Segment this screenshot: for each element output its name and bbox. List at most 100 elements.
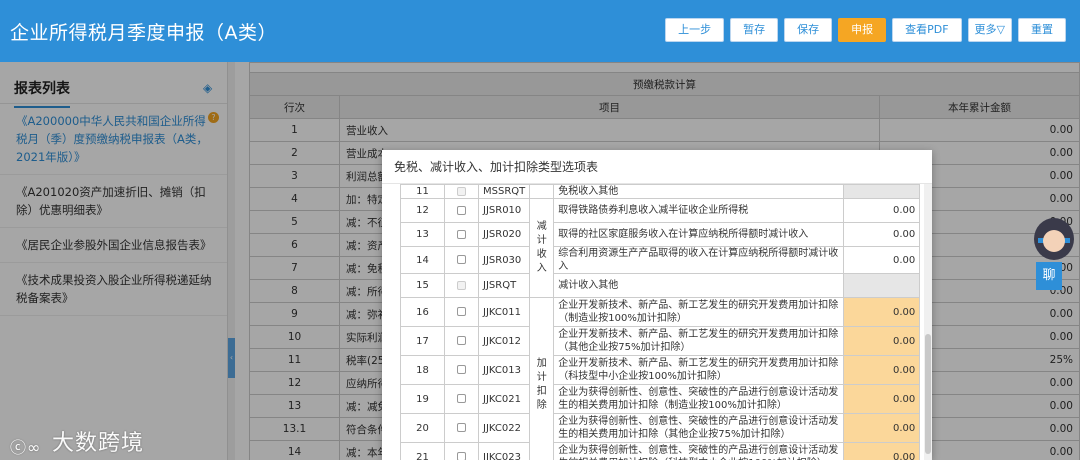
option-code: JJKC021 — [477, 384, 531, 414]
option-row: 18 JJKC013 企业开发新技术、新产品、新工艺发生的研究开发费用加计扣除（科技… — [400, 355, 921, 385]
option-name: 企业为获得创新性、创意性、突破性的产品进行创意设计活动发生的相关费用加计扣除（科… — [553, 442, 845, 460]
toolbar: 上一步 暂存 保存 申报 查看PDF 更多▽ 重置 — [665, 18, 1066, 42]
modal-scrollbar[interactable] — [924, 184, 932, 460]
option-amount-input[interactable]: 0.00 — [843, 246, 921, 274]
option-amount-input[interactable]: 0.00 — [843, 413, 921, 443]
option-amount-input[interactable]: 0.00 — [843, 198, 921, 223]
option-checkbox-cell — [444, 198, 479, 223]
option-checkbox-cell — [444, 442, 479, 460]
option-code: JJSR030 — [477, 246, 531, 274]
option-checkbox-cell — [444, 246, 479, 274]
option-row: 13 JJSR020 取得的社区家庭服务收入在计算应纳税所得额时减计收入 0.00 — [400, 222, 921, 247]
option-checkbox-cell — [444, 297, 479, 327]
more-button[interactable]: 更多▽ — [967, 18, 1012, 42]
option-name: 取得的社区家庭服务收入在计算应纳税所得额时减计收入 — [553, 222, 845, 247]
option-checkbox-cell — [444, 355, 479, 385]
option-amount-input[interactable]: 0.00 — [843, 442, 921, 460]
option-checkbox[interactable] — [457, 205, 466, 215]
app-header: 企业所得税月季度申报（A类） 上一步 暂存 保存 申报 查看PDF 更多▽ 重置 — [0, 0, 1080, 62]
option-no: 19 — [400, 384, 445, 414]
option-row: 15 JJSRQT 减计收入其他 — [400, 273, 921, 298]
option-name: 免税收入其他 — [553, 184, 845, 199]
option-checkbox[interactable] — [457, 452, 466, 460]
option-checkbox-cell — [444, 184, 479, 199]
option-name: 减计收入其他 — [553, 273, 845, 298]
option-no: 14 — [400, 246, 445, 274]
option-code: JJSR020 — [477, 222, 531, 247]
option-code: JJKC011 — [477, 297, 531, 327]
type-options-modal: 免税、减计收入、加计扣除类型选项表 11 MSSRQT 免税收入其他 12 JJSR01… — [382, 150, 932, 460]
assistant-avatar[interactable] — [1034, 218, 1074, 260]
option-amount-input[interactable]: 0.00 — [843, 297, 921, 327]
scrollbar-thumb[interactable] — [925, 334, 931, 454]
option-row: 16 JJKC011 加计扣除 企业开发新技术、新产品、新工艺发生的研究开发费用加计扣… — [400, 297, 921, 460]
option-checkbox[interactable] — [457, 229, 466, 239]
option-row: 21 JJKC023 企业为获得创新性、创意性、突破性的产品进行创意设计活动发生的相… — [400, 442, 921, 460]
option-no: 20 — [400, 413, 445, 443]
option-row: 17 JJKC012 企业开发新技术、新产品、新工艺发生的研究开发费用加计扣除（其他… — [400, 326, 921, 356]
option-row: 14 JJSR030 综合利用资源生产产品取得的收入在计算应纳税所得额时减计收入 0.… — [400, 246, 921, 274]
option-name: 取得铁路债券利息收入减半征收企业所得税 — [553, 198, 845, 223]
watermark-logo-icon: ⓒ∞ — [10, 438, 42, 457]
option-no: 11 — [400, 184, 445, 199]
option-checkbox[interactable] — [457, 255, 466, 264]
save-button[interactable]: 保存 — [784, 18, 833, 42]
option-amount-input[interactable]: 0.00 — [843, 384, 921, 414]
option-amount-input[interactable]: 0.00 — [843, 355, 921, 385]
option-no: 21 — [400, 442, 445, 460]
option-checkbox-cell — [444, 384, 479, 414]
option-group — [529, 184, 555, 199]
chat-button[interactable]: 聊 — [1036, 262, 1062, 290]
option-code: JJSRQT — [477, 273, 531, 298]
option-row: 20 JJKC022 企业为获得创新性、创意性、突破性的产品进行创意设计活动发生的相… — [400, 413, 921, 443]
option-code: JJKC023 — [477, 442, 531, 460]
option-name: 综合利用资源生产产品取得的收入在计算应纳税所得额时减计收入 — [553, 246, 845, 274]
option-amount-input[interactable]: 0.00 — [843, 326, 921, 356]
declare-button[interactable]: 申报 — [838, 18, 887, 42]
option-checkbox[interactable] — [457, 423, 466, 432]
option-no: 12 — [400, 198, 445, 223]
option-row: 19 JJKC021 企业为获得创新性、创意性、突破性的产品进行创意设计活动发生的相… — [400, 384, 921, 414]
option-amount-input — [843, 184, 921, 199]
option-no: 15 — [400, 273, 445, 298]
chevron-down-icon: ▽ — [996, 23, 1005, 36]
option-row: 12 JJSR010 减计收入 取得铁路债券利息收入减半征收企业所得税 0.00 — [400, 198, 921, 298]
option-checkbox[interactable] — [457, 365, 466, 374]
option-code: JJKC012 — [477, 326, 531, 356]
option-code: JJSR010 — [477, 198, 531, 223]
option-code: MSSRQT — [477, 184, 531, 199]
view-pdf-button[interactable]: 查看PDF — [892, 18, 962, 42]
options-table: 11 MSSRQT 免税收入其他 12 JJSR010 减计收入 取得铁路债券利息收入减半征… — [400, 184, 921, 460]
option-row: 11 MSSRQT 免税收入其他 — [400, 184, 921, 199]
option-checkbox[interactable] — [457, 336, 466, 345]
page-title: 企业所得税月季度申报（A类） — [10, 22, 277, 44]
reset-button[interactable]: 重置 — [1018, 18, 1066, 42]
option-no: 17 — [400, 326, 445, 356]
option-name: 企业为获得创新性、创意性、突破性的产品进行创意设计活动发生的相关费用加计扣除（其… — [553, 413, 845, 443]
option-no: 13 — [400, 222, 445, 247]
option-checkbox-cell — [444, 413, 479, 443]
option-checkbox-cell — [444, 222, 479, 247]
avatar-face — [1043, 230, 1065, 252]
option-name: 企业为获得创新性、创意性、突破性的产品进行创意设计活动发生的相关费用加计扣除（制… — [553, 384, 845, 414]
option-name: 企业开发新技术、新产品、新工艺发生的研究开发费用加计扣除（科技型中小企业按100… — [553, 355, 845, 385]
option-checkbox — [457, 280, 466, 290]
watermark-text: 大数跨境 — [52, 431, 145, 456]
prev-step-button[interactable]: 上一步 — [665, 18, 725, 42]
option-no: 16 — [400, 297, 445, 327]
option-code: JJKC013 — [477, 355, 531, 385]
option-name: 企业开发新技术、新产品、新工艺发生的研究开发费用加计扣除（其他企业按75%加计扣… — [553, 326, 845, 356]
option-checkbox[interactable] — [457, 307, 466, 316]
option-checkbox[interactable] — [457, 394, 466, 403]
option-group: 加计扣除 — [529, 297, 555, 460]
option-checkbox — [457, 186, 466, 196]
temp-save-button[interactable]: 暂存 — [730, 18, 779, 42]
option-checkbox-cell — [444, 326, 479, 356]
option-no: 18 — [400, 355, 445, 385]
option-name: 企业开发新技术、新产品、新工艺发生的研究开发费用加计扣除（制造业按100%加计扣… — [553, 297, 845, 327]
option-group: 减计收入 — [529, 198, 555, 298]
watermark: ⓒ∞ 大数跨境 — [10, 425, 144, 457]
option-amount-input — [843, 273, 921, 298]
option-amount-input[interactable]: 0.00 — [843, 222, 921, 247]
modal-title: 免税、减计收入、加计扣除类型选项表 — [382, 150, 932, 184]
